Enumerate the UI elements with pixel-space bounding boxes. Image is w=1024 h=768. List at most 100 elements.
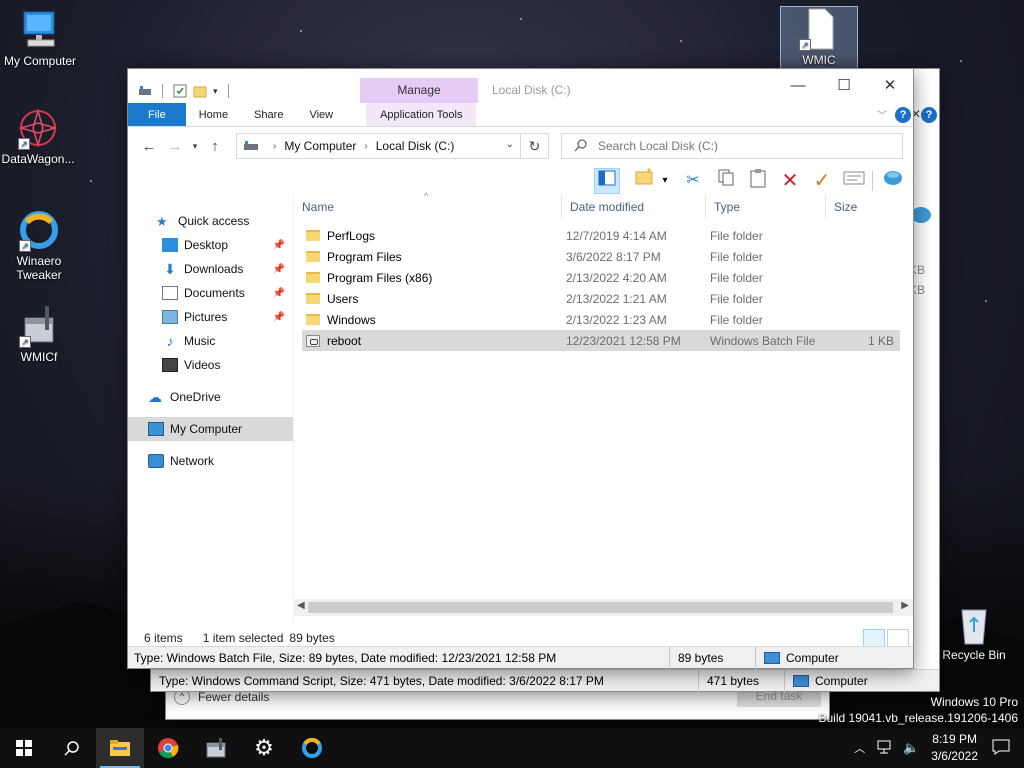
preview-pane-icon[interactable] xyxy=(594,168,620,194)
column-size[interactable]: Size xyxy=(826,195,906,219)
start-button[interactable] xyxy=(0,728,48,768)
toolbar-globe-icon[interactable] xyxy=(911,207,931,223)
column-date-modified[interactable]: Date modified xyxy=(562,195,706,219)
details-size: 89 bytes xyxy=(670,646,756,669)
minimize-button[interactable]: — xyxy=(775,69,821,103)
nav-downloads[interactable]: ⬇ Downloads 📌 xyxy=(128,257,293,281)
help-icon[interactable]: ? xyxy=(921,107,937,123)
file-row[interactable]: Program Files 3/6/2022 8:17 PM File fold… xyxy=(302,246,900,267)
navigation-pane: ★ Quick access Desktop 📌 ⬇ Downloads 📌 D… xyxy=(128,195,293,625)
tab-view[interactable]: View xyxy=(296,103,346,126)
back-arrow-icon[interactable]: ← xyxy=(136,138,162,155)
help-icon[interactable]: ? xyxy=(895,107,911,123)
breadcrumb-my-computer[interactable]: My Computer xyxy=(284,139,356,153)
properties-icon[interactable] xyxy=(173,84,187,98)
chevron-up-icon[interactable]: ︿ xyxy=(854,740,865,756)
up-arrow-icon[interactable]: ↑ xyxy=(202,138,228,155)
delete-icon[interactable]: ✕ xyxy=(777,168,803,194)
address-bar[interactable]: › My Computer › Local Disk (C:) ⌄ ↻ xyxy=(236,133,549,159)
winaero-tweaker-icon xyxy=(302,737,322,758)
search-input[interactable] xyxy=(598,139,878,153)
globe-icon[interactable] xyxy=(880,168,906,194)
nav-videos[interactable]: Videos xyxy=(128,353,293,377)
nav-quick-access[interactable]: ★ Quick access xyxy=(128,209,293,233)
nav-my-computer[interactable]: My Computer xyxy=(128,417,293,441)
customize-qat-icon[interactable]: ▾ xyxy=(213,86,218,97)
nav-pictures[interactable]: Pictures 📌 xyxy=(128,305,293,329)
file-date: 12/23/2021 12:58 PM xyxy=(566,333,681,348)
new-folder-icon[interactable] xyxy=(632,168,658,194)
file-row[interactable]: PerfLogs 12/7/2019 4:14 AM File folder xyxy=(302,225,900,246)
nav-desktop[interactable]: Desktop 📌 xyxy=(128,233,293,257)
large-icons-view-icon[interactable] xyxy=(887,629,909,647)
scrollbar-thumb[interactable] xyxy=(308,602,893,613)
tab-application-tools[interactable]: Application Tools xyxy=(366,103,477,126)
file-row[interactable]: Windows 2/13/2022 1:23 AM File folder xyxy=(302,309,900,330)
desktop-icon-recycle-bin[interactable]: Recycle Bin xyxy=(934,602,1014,662)
search-box[interactable] xyxy=(561,133,903,159)
paste-icon[interactable] xyxy=(745,168,771,194)
new-folder-icon[interactable] xyxy=(193,84,207,98)
taskbar-winaero-tweaker[interactable] xyxy=(288,728,336,768)
column-type[interactable]: Type xyxy=(706,195,826,219)
item-count: 6 items xyxy=(144,631,183,645)
cut-icon[interactable]: ✂ xyxy=(680,168,706,194)
expand-ribbon-icon[interactable]: ﹀ xyxy=(877,107,887,122)
nav-documents[interactable]: Documents 📌 xyxy=(128,281,293,305)
nav-onedrive[interactable]: ☁ OneDrive xyxy=(128,385,293,409)
taskbar-settings[interactable]: ⚙ xyxy=(240,728,288,768)
notification-icon[interactable] xyxy=(992,739,1010,758)
breadcrumb-local-disk[interactable]: Local Disk (C:) xyxy=(376,139,455,153)
download-arrow-icon: ⬇ xyxy=(164,261,176,277)
volume-icon[interactable]: 🔈 xyxy=(903,740,919,756)
close-button[interactable]: ✕ xyxy=(867,69,913,103)
network-icon[interactable] xyxy=(877,740,893,757)
file-name: Program Files (x86) xyxy=(327,270,433,285)
file-row-selected[interactable]: reboot 12/23/2021 12:58 PM Windows Batch… xyxy=(302,330,900,351)
clock[interactable]: 8:19 PM 3/6/2022 xyxy=(931,731,978,765)
rename-checkmark-icon[interactable]: ✓ xyxy=(809,168,835,194)
chrome-icon xyxy=(158,738,179,759)
taskbar-file-explorer[interactable] xyxy=(96,728,144,768)
file-row[interactable]: Users 2/13/2022 1:21 AM File folder xyxy=(302,288,900,309)
chevron-down-icon[interactable]: ⌄ xyxy=(506,139,514,150)
quick-access-toolbar: ▾ xyxy=(128,69,233,103)
maximize-button[interactable]: ☐ xyxy=(821,69,867,103)
tab-file[interactable]: File xyxy=(128,103,186,126)
file-row[interactable]: Program Files (x86) 2/13/2022 4:20 AM Fi… xyxy=(302,267,900,288)
system-tray: ︿ 🔈 8:19 PM 3/6/2022 xyxy=(854,728,1024,768)
desktop-icon-datawagon[interactable]: ↗ DataWagon... xyxy=(0,106,78,166)
copy-icon[interactable] xyxy=(713,168,739,194)
computer-icon xyxy=(793,674,809,687)
tab-share[interactable]: Share xyxy=(241,103,296,126)
forward-arrow-icon[interactable]: → xyxy=(162,138,188,155)
background-details-bar: Type: Windows Command Script, Size: 471 … xyxy=(151,669,939,692)
breadcrumb-separator-icon[interactable]: › xyxy=(273,141,276,152)
tab-home[interactable]: Home xyxy=(186,103,241,126)
desktop-icon-wmic[interactable]: ↗ WMIC xyxy=(780,6,858,70)
folder-icon xyxy=(306,230,320,241)
scroll-left-icon[interactable]: ◀ xyxy=(297,600,305,611)
details-view-icon[interactable] xyxy=(863,629,885,647)
desktop-icon-my-computer[interactable]: My Computer xyxy=(0,8,80,68)
winaero-tweaker-icon: ↗ xyxy=(17,208,61,252)
search-button[interactable] xyxy=(48,728,96,768)
properties-card-icon[interactable] xyxy=(841,168,867,194)
desktop-icon-winaero-tweaker[interactable]: ↗ Winaero Tweaker xyxy=(0,208,79,282)
desktop-icon-wmicf[interactable]: ↗ WMICf xyxy=(0,304,79,364)
scroll-right-icon[interactable]: ▶ xyxy=(901,600,909,611)
drive-icon[interactable] xyxy=(138,84,152,98)
computer-icon xyxy=(18,8,62,52)
recent-locations-icon[interactable]: ▾ xyxy=(188,141,202,152)
taskbar-chrome[interactable] xyxy=(144,728,192,768)
contextual-tab-manage[interactable]: Manage xyxy=(360,78,478,103)
refresh-icon[interactable]: ↻ xyxy=(520,134,548,158)
file-size: 1 KB xyxy=(867,333,894,348)
nav-network[interactable]: Network xyxy=(128,449,293,473)
chevron-down-icon[interactable]: ▾ xyxy=(658,168,672,194)
taskbar-wmic[interactable] xyxy=(192,728,240,768)
desktop-icon-label: Recycle Bin xyxy=(942,648,1006,662)
breadcrumb-separator-icon[interactable]: › xyxy=(364,141,367,152)
nav-music[interactable]: ♪ Music xyxy=(128,329,293,353)
horizontal-scrollbar[interactable]: ◀ ▶ xyxy=(294,599,913,616)
